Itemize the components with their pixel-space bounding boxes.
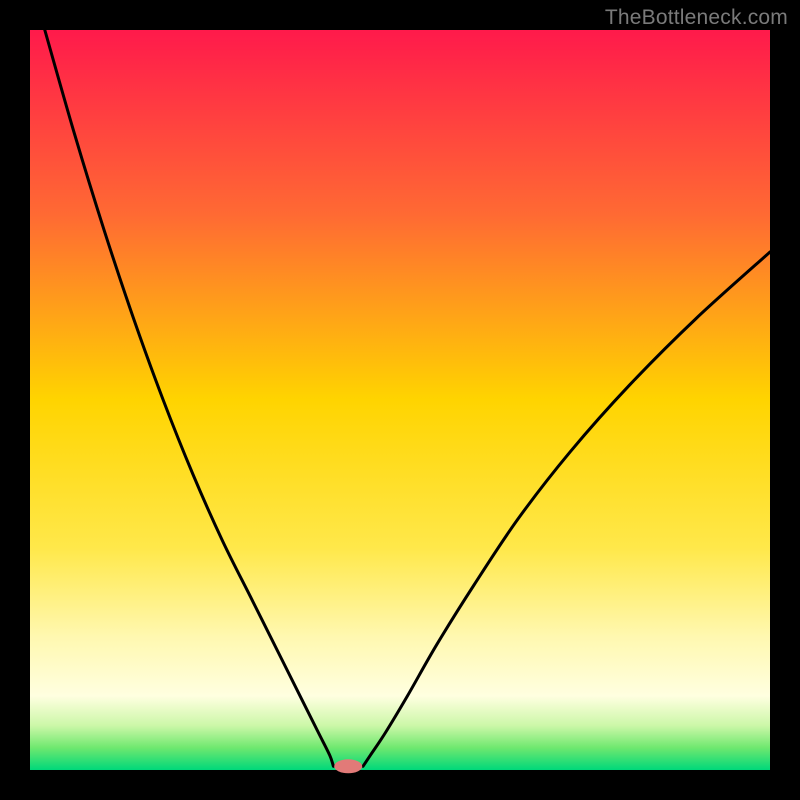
watermark-text: TheBottleneck.com: [605, 6, 788, 30]
plot-background: [30, 30, 770, 770]
bottleneck-marker: [334, 759, 362, 773]
chart-frame: TheBottleneck.com: [0, 0, 800, 800]
bottleneck-chart: [0, 0, 800, 800]
